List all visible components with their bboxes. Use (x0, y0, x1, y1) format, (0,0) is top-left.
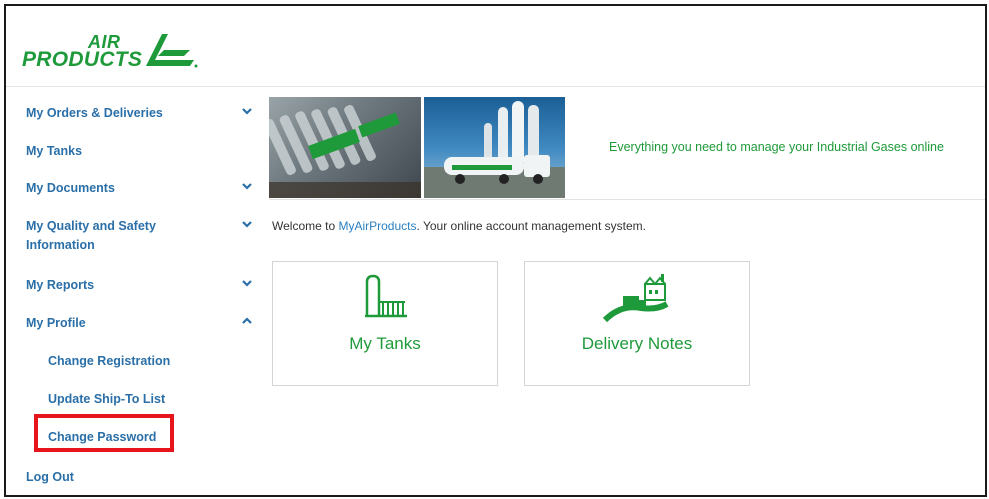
nav-item-my-tanks[interactable]: My Tanks (26, 142, 254, 161)
nav-item-my-profile[interactable]: My Profile (26, 314, 254, 333)
my-tanks-tile[interactable]: My Tanks (272, 261, 498, 386)
welcome-suffix: . Your online account management system. (416, 219, 646, 233)
nav-item-label: My Profile (26, 316, 86, 330)
app-frame: AIR PRODUCTS My Orders & Deliveries My T… (4, 4, 987, 497)
air-products-logo[interactable]: AIR PRODUCTS (22, 32, 212, 76)
header: AIR PRODUCTS (6, 6, 985, 87)
nav-sub-update-ship-to[interactable]: Update Ship-To List (48, 392, 165, 406)
hero-banner: Everything you need to manage your Indus… (269, 97, 985, 200)
logo-mark-icon (146, 34, 198, 68)
gas-cylinders-photo (269, 97, 421, 198)
chevron-down-icon[interactable] (240, 179, 254, 193)
tank-icon (365, 274, 407, 318)
gas-plant-truck-photo (424, 97, 565, 198)
welcome-prefix: Welcome to (272, 219, 339, 233)
nav-item-log-out[interactable]: Log Out (26, 468, 254, 487)
nav-item-label: Log Out (26, 470, 74, 484)
nav-item-my-documents[interactable]: My Documents (26, 179, 254, 198)
nav-item-label: My Reports (26, 278, 95, 292)
banner-tagline: Everything you need to manage your Indus… (609, 140, 944, 154)
nav-item-my-reports[interactable]: My Reports (26, 276, 254, 295)
chevron-down-icon[interactable] (240, 217, 254, 231)
chevron-up-icon[interactable] (240, 314, 254, 328)
tile-label: My Tanks (349, 334, 421, 353)
nav-item-label: My Documents (26, 181, 115, 195)
change-password-highlight (34, 414, 174, 452)
logo-products-text: PRODUCTS (22, 48, 143, 71)
welcome-message: Welcome to MyAirProducts. Your online ac… (272, 219, 646, 233)
chevron-down-icon[interactable] (240, 104, 254, 118)
nav-item-label: My Tanks (26, 144, 83, 158)
nav-item-label: My Quality and Safety Information (26, 219, 156, 252)
nav-item-label: My Orders & Deliveries (26, 106, 163, 120)
delivery-truck-icon (602, 274, 669, 323)
chevron-down-icon[interactable] (240, 276, 254, 290)
myairproducts-link[interactable]: MyAirProducts (338, 219, 416, 233)
nav-item-quality-safety[interactable]: My Quality and Safety Information (26, 217, 254, 255)
nav-item-orders-deliveries[interactable]: My Orders & Deliveries (26, 104, 254, 123)
delivery-notes-tile[interactable]: Delivery Notes (524, 261, 750, 386)
nav-sub-change-registration[interactable]: Change Registration (48, 354, 170, 368)
tile-label: Delivery Notes (581, 334, 693, 353)
